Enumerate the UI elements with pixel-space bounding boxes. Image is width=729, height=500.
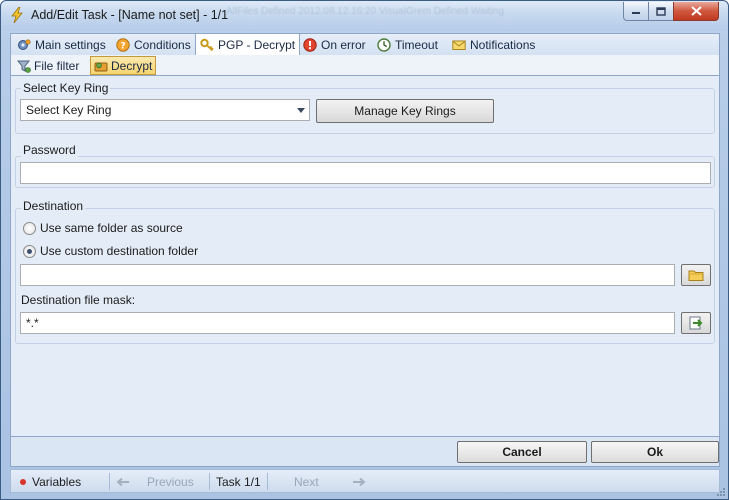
- dialog-button-bar: Cancel Ok: [10, 437, 720, 467]
- key-icon: [200, 38, 214, 52]
- red-dot-icon: [20, 478, 26, 485]
- password-group-title: Password: [21, 143, 78, 157]
- next-label: Next: [294, 474, 319, 489]
- key-ring-combobox[interactable]: Select Key Ring: [20, 99, 310, 121]
- destination-folder-input[interactable]: [20, 264, 675, 286]
- key-ring-combo-value: Select Key Ring: [26, 103, 112, 117]
- tab-label: Main settings: [35, 37, 106, 52]
- subtab-label: Decrypt: [111, 58, 153, 73]
- custom-folder-label[interactable]: Use custom destination folder: [40, 244, 198, 258]
- previous-button[interactable]: Previous: [116, 470, 194, 493]
- maximize-button[interactable]: [648, 2, 674, 21]
- file-mask-input[interactable]: *.*: [20, 312, 675, 334]
- background-window-text: AllFiles Defined 2012.08.12.16:20 Visual…: [226, 6, 504, 17]
- subtab-file-filter[interactable]: File filter: [14, 56, 82, 75]
- same-folder-label[interactable]: Use same folder as source: [40, 221, 183, 235]
- status-bar: Variables Previous Task 1/1 Next: [10, 469, 720, 493]
- decrypt-icon: [94, 62, 108, 71]
- tab-notifications[interactable]: Notifications: [448, 34, 539, 55]
- next-button[interactable]: Next: [294, 470, 366, 493]
- ok-button[interactable]: Ok: [591, 441, 719, 463]
- close-button[interactable]: [673, 2, 719, 21]
- close-icon: [690, 6, 702, 16]
- cancel-button[interactable]: Cancel: [457, 441, 587, 463]
- decrypt-settings-panel: Select Key Ring Select Key Ring Manage K…: [10, 75, 720, 437]
- resize-grip-icon[interactable]: [716, 487, 726, 497]
- tab-conditions[interactable]: ? Conditions: [112, 34, 195, 55]
- file-mask-label: Destination file mask:: [21, 293, 136, 307]
- tab-label: On error: [321, 37, 366, 52]
- destination-group-title: Destination: [21, 199, 86, 213]
- tab-timeout[interactable]: Timeout: [373, 34, 442, 55]
- title-bar[interactable]: Add/Edit Task - [Name not set] - 1/1 All…: [1, 1, 728, 31]
- separator: [109, 473, 110, 490]
- folder-icon: [688, 270, 704, 281]
- clock-icon: [377, 37, 391, 52]
- subtab-label: File filter: [34, 58, 80, 73]
- task-counter: Task 1/1: [216, 470, 261, 493]
- maximize-icon: [656, 6, 666, 16]
- arrow-right-icon: [352, 477, 366, 486]
- separator: [267, 473, 268, 490]
- sub-tab-strip: File filter Decrypt: [10, 55, 720, 75]
- task-counter-label: Task 1/1: [216, 474, 261, 489]
- same-folder-radio[interactable]: [23, 222, 36, 235]
- separator: [209, 473, 210, 490]
- insert-arrow-icon: [689, 316, 703, 330]
- main-tab-strip: Main settings ? Conditions PGP - Decrypt…: [10, 33, 720, 56]
- password-field[interactable]: [20, 162, 711, 184]
- custom-folder-radio[interactable]: [23, 245, 36, 258]
- arrow-left-icon: [116, 477, 129, 486]
- tab-label: Timeout: [395, 37, 438, 52]
- variables-button[interactable]: Variables: [19, 470, 81, 493]
- tab-label: PGP - Decrypt: [218, 38, 296, 52]
- task-window: Add/Edit Task - [Name not set] - 1/1 All…: [0, 0, 729, 500]
- error-icon: [303, 37, 317, 52]
- tab-pgp-decrypt[interactable]: PGP - Decrypt: [195, 33, 301, 56]
- key-ring-group-title: Select Key Ring: [21, 81, 111, 95]
- question-icon: ?: [116, 37, 130, 52]
- variables-label: Variables: [32, 474, 82, 489]
- browse-folder-button[interactable]: [681, 264, 711, 286]
- insert-mask-button[interactable]: [681, 312, 711, 334]
- tab-on-error[interactable]: On error: [299, 34, 370, 55]
- svg-text:?: ?: [120, 41, 125, 51]
- tab-label: Notifications: [470, 37, 536, 52]
- tab-label: Conditions: [134, 37, 191, 52]
- lightning-icon: [11, 7, 23, 23]
- tab-main-settings[interactable]: Main settings: [13, 34, 110, 55]
- minimize-icon: [632, 12, 640, 14]
- envelope-icon: [452, 40, 466, 50]
- subtab-decrypt[interactable]: Decrypt: [90, 56, 157, 75]
- manage-key-rings-button[interactable]: Manage Key Rings: [316, 99, 494, 123]
- minimize-button[interactable]: [623, 2, 649, 21]
- previous-label: Previous: [147, 474, 194, 489]
- window-title: Add/Edit Task - [Name not set] - 1/1: [31, 8, 229, 22]
- chevron-down-icon[interactable]: [293, 100, 309, 120]
- gear-icon: [18, 38, 31, 50]
- filter-icon: [17, 60, 31, 73]
